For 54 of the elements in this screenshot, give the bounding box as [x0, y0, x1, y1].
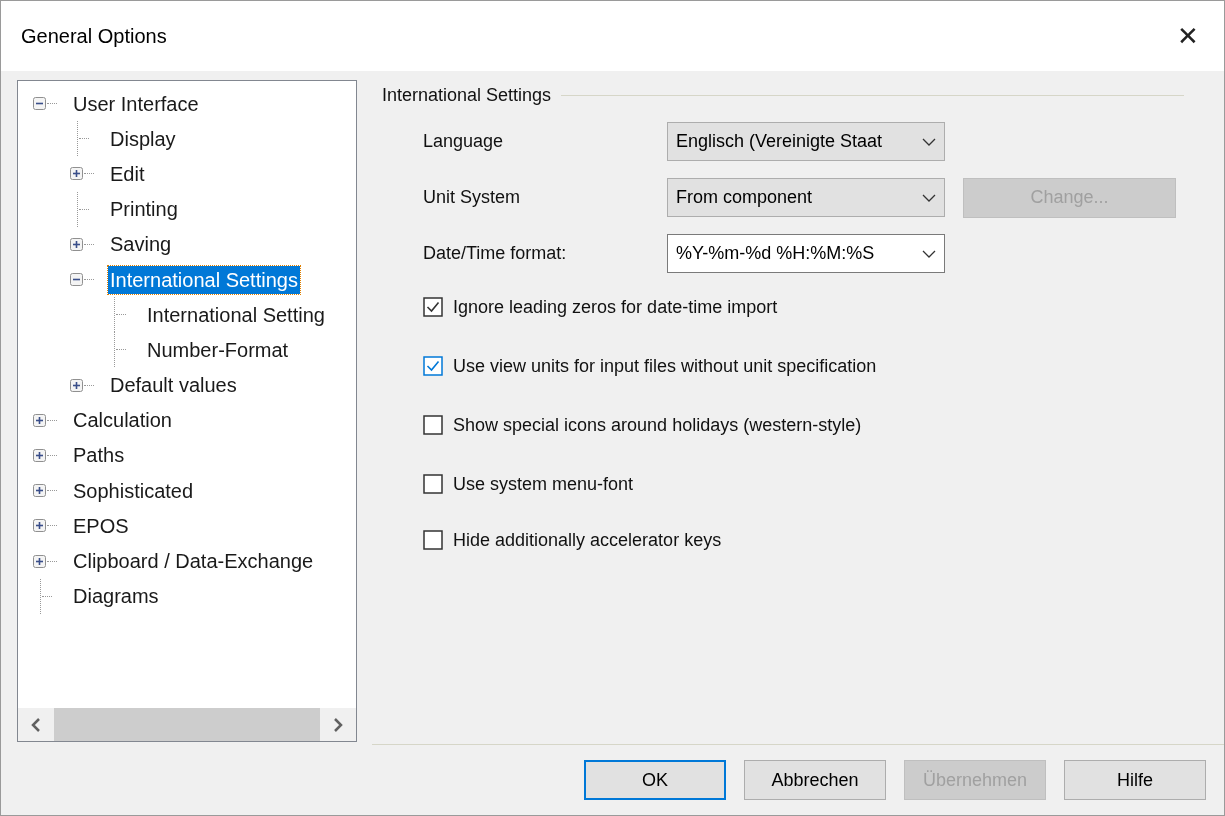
tree-item[interactable]: Calculation — [71, 406, 174, 435]
checkbox[interactable] — [423, 356, 443, 376]
tree-item[interactable]: Saving — [108, 230, 174, 259]
tree-item[interactable]: Default values — [108, 371, 239, 400]
checkbox[interactable] — [423, 415, 443, 435]
dialog-button[interactable]: Abbrechen — [744, 760, 886, 800]
tree-item[interactable]: Paths — [71, 441, 127, 470]
tree-item[interactable]: User Interface — [71, 89, 201, 118]
expand-icon[interactable] — [70, 378, 83, 392]
collapse-icon[interactable] — [70, 273, 83, 287]
tree-item[interactable]: Diagrams — [71, 582, 161, 611]
tree-item[interactable]: Sophisticated — [71, 476, 196, 505]
expand-icon[interactable] — [33, 519, 46, 533]
tree-item[interactable]: Number-Format — [145, 335, 291, 364]
chevron-down-icon[interactable] — [922, 249, 936, 258]
dialog-button[interactable]: Hilfe — [1064, 760, 1206, 800]
checkbox-label[interactable]: Show special icons around holidays (western-style) — [453, 414, 862, 436]
checkbox-label[interactable]: Ignore leading zeros for date-time import — [453, 296, 778, 318]
dropdown[interactable]: From component — [667, 178, 945, 217]
field-label: Unit System — [423, 187, 522, 208]
checkbox-label[interactable]: Hide additionally accelerator keys — [453, 529, 722, 551]
tree-item[interactable]: Clipboard / Data-Exchange — [71, 547, 316, 576]
tree-item[interactable]: EPOS — [71, 511, 131, 540]
scroll-right-icon[interactable] — [332, 716, 344, 733]
checkbox[interactable] — [423, 530, 443, 550]
expand-icon[interactable] — [33, 413, 46, 427]
collapse-icon[interactable] — [33, 97, 46, 111]
expand-icon[interactable] — [33, 484, 46, 498]
chevron-down-icon[interactable] — [922, 137, 936, 146]
checkbox-label[interactable]: Use system menu-font — [453, 473, 634, 495]
scroll-left-icon[interactable] — [30, 716, 42, 733]
tree-item[interactable]: Printing — [108, 195, 180, 224]
checkbox[interactable] — [423, 297, 443, 317]
scrollbar-thumb[interactable] — [54, 708, 320, 741]
tree-item[interactable]: International Setting — [145, 300, 327, 329]
expand-icon[interactable] — [33, 448, 46, 462]
close-button[interactable]: ✕ — [1158, 6, 1218, 66]
chevron-down-icon[interactable] — [922, 193, 936, 202]
tree-item[interactable]: Display — [108, 124, 178, 153]
checkbox-label[interactable]: Use view units for input files without unit specification — [453, 355, 877, 377]
expand-icon[interactable] — [33, 554, 46, 568]
dropdown[interactable]: Englisch (Vereinigte Staat — [667, 122, 945, 161]
checkbox[interactable] — [423, 474, 443, 494]
expand-icon[interactable] — [70, 237, 83, 251]
window-title: General Options — [21, 24, 167, 48]
expand-icon[interactable] — [70, 167, 83, 181]
field-label: Language — [423, 131, 505, 152]
field-label: Date/Time format: — [423, 243, 568, 264]
dialog-button[interactable]: OK — [584, 760, 726, 800]
tree-item[interactable]: Edit — [108, 159, 147, 188]
group-title: International Settings — [382, 84, 552, 106]
horizontal-scrollbar[interactable] — [18, 708, 356, 741]
tree-item[interactable]: International Settings — [108, 265, 300, 294]
dropdown[interactable]: %Y-%m-%d %H:%M:%S — [667, 234, 945, 273]
